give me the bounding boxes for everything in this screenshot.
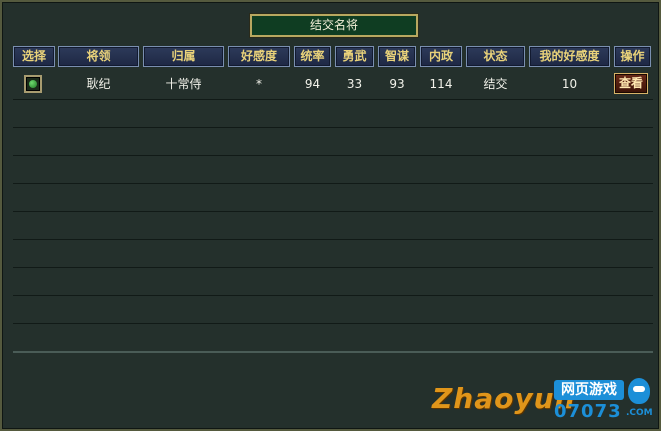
row-divider bbox=[13, 183, 653, 184]
radio-dot-icon bbox=[29, 80, 37, 88]
watermark-site-cn: 网页游戏 bbox=[554, 380, 624, 400]
watermark-site-num: 07073 bbox=[554, 401, 622, 422]
cell-general: 耿纪 bbox=[86, 77, 111, 91]
column-header-politics: 内政 bbox=[420, 46, 462, 67]
cell-intellect: 93 bbox=[389, 77, 405, 91]
watermark-site-tld: .COM bbox=[626, 408, 653, 418]
column-header-action: 操作 bbox=[614, 46, 651, 67]
column-header-select: 选择 bbox=[13, 46, 55, 67]
column-header-command: 统率 bbox=[294, 46, 331, 67]
row-divider bbox=[13, 155, 653, 156]
column-header-status: 状态 bbox=[466, 46, 525, 67]
dialog-frame: 结交名将 选择 将领 归属 好感度 统率 勇武 智谋 内政 状态 我的好感度 操… bbox=[0, 0, 661, 431]
view-button[interactable]: 查看 bbox=[614, 73, 648, 94]
column-header-my-favor: 我的好感度 bbox=[529, 46, 610, 67]
cell-command: 94 bbox=[304, 77, 321, 91]
cell-politics: 114 bbox=[429, 77, 453, 91]
cell-valor: 33 bbox=[346, 77, 363, 91]
row-divider bbox=[13, 323, 653, 324]
column-header-general: 将领 bbox=[58, 46, 139, 67]
table-bottom-border bbox=[13, 351, 653, 353]
select-radio[interactable] bbox=[24, 75, 42, 93]
row-divider bbox=[13, 99, 653, 100]
dialog-title: 结交名将 bbox=[249, 13, 419, 38]
column-header-faction: 归属 bbox=[143, 46, 224, 67]
column-header-intellect: 智谋 bbox=[378, 46, 416, 67]
row-divider bbox=[13, 239, 653, 240]
row-divider bbox=[13, 127, 653, 128]
row-divider bbox=[13, 211, 653, 212]
row-divider bbox=[13, 295, 653, 296]
cell-my-favor: 10 bbox=[561, 77, 578, 91]
row-divider bbox=[13, 267, 653, 268]
site-watermark: Zhaoyun 网页游戏 07073 .COM bbox=[432, 378, 653, 426]
column-header-favor: 好感度 bbox=[228, 46, 290, 67]
column-header-valor: 勇武 bbox=[335, 46, 374, 67]
cell-favor: * bbox=[256, 77, 262, 91]
mascot-icon bbox=[628, 378, 650, 404]
cell-status: 结交 bbox=[483, 77, 508, 91]
cell-faction: 十常侍 bbox=[165, 77, 202, 91]
